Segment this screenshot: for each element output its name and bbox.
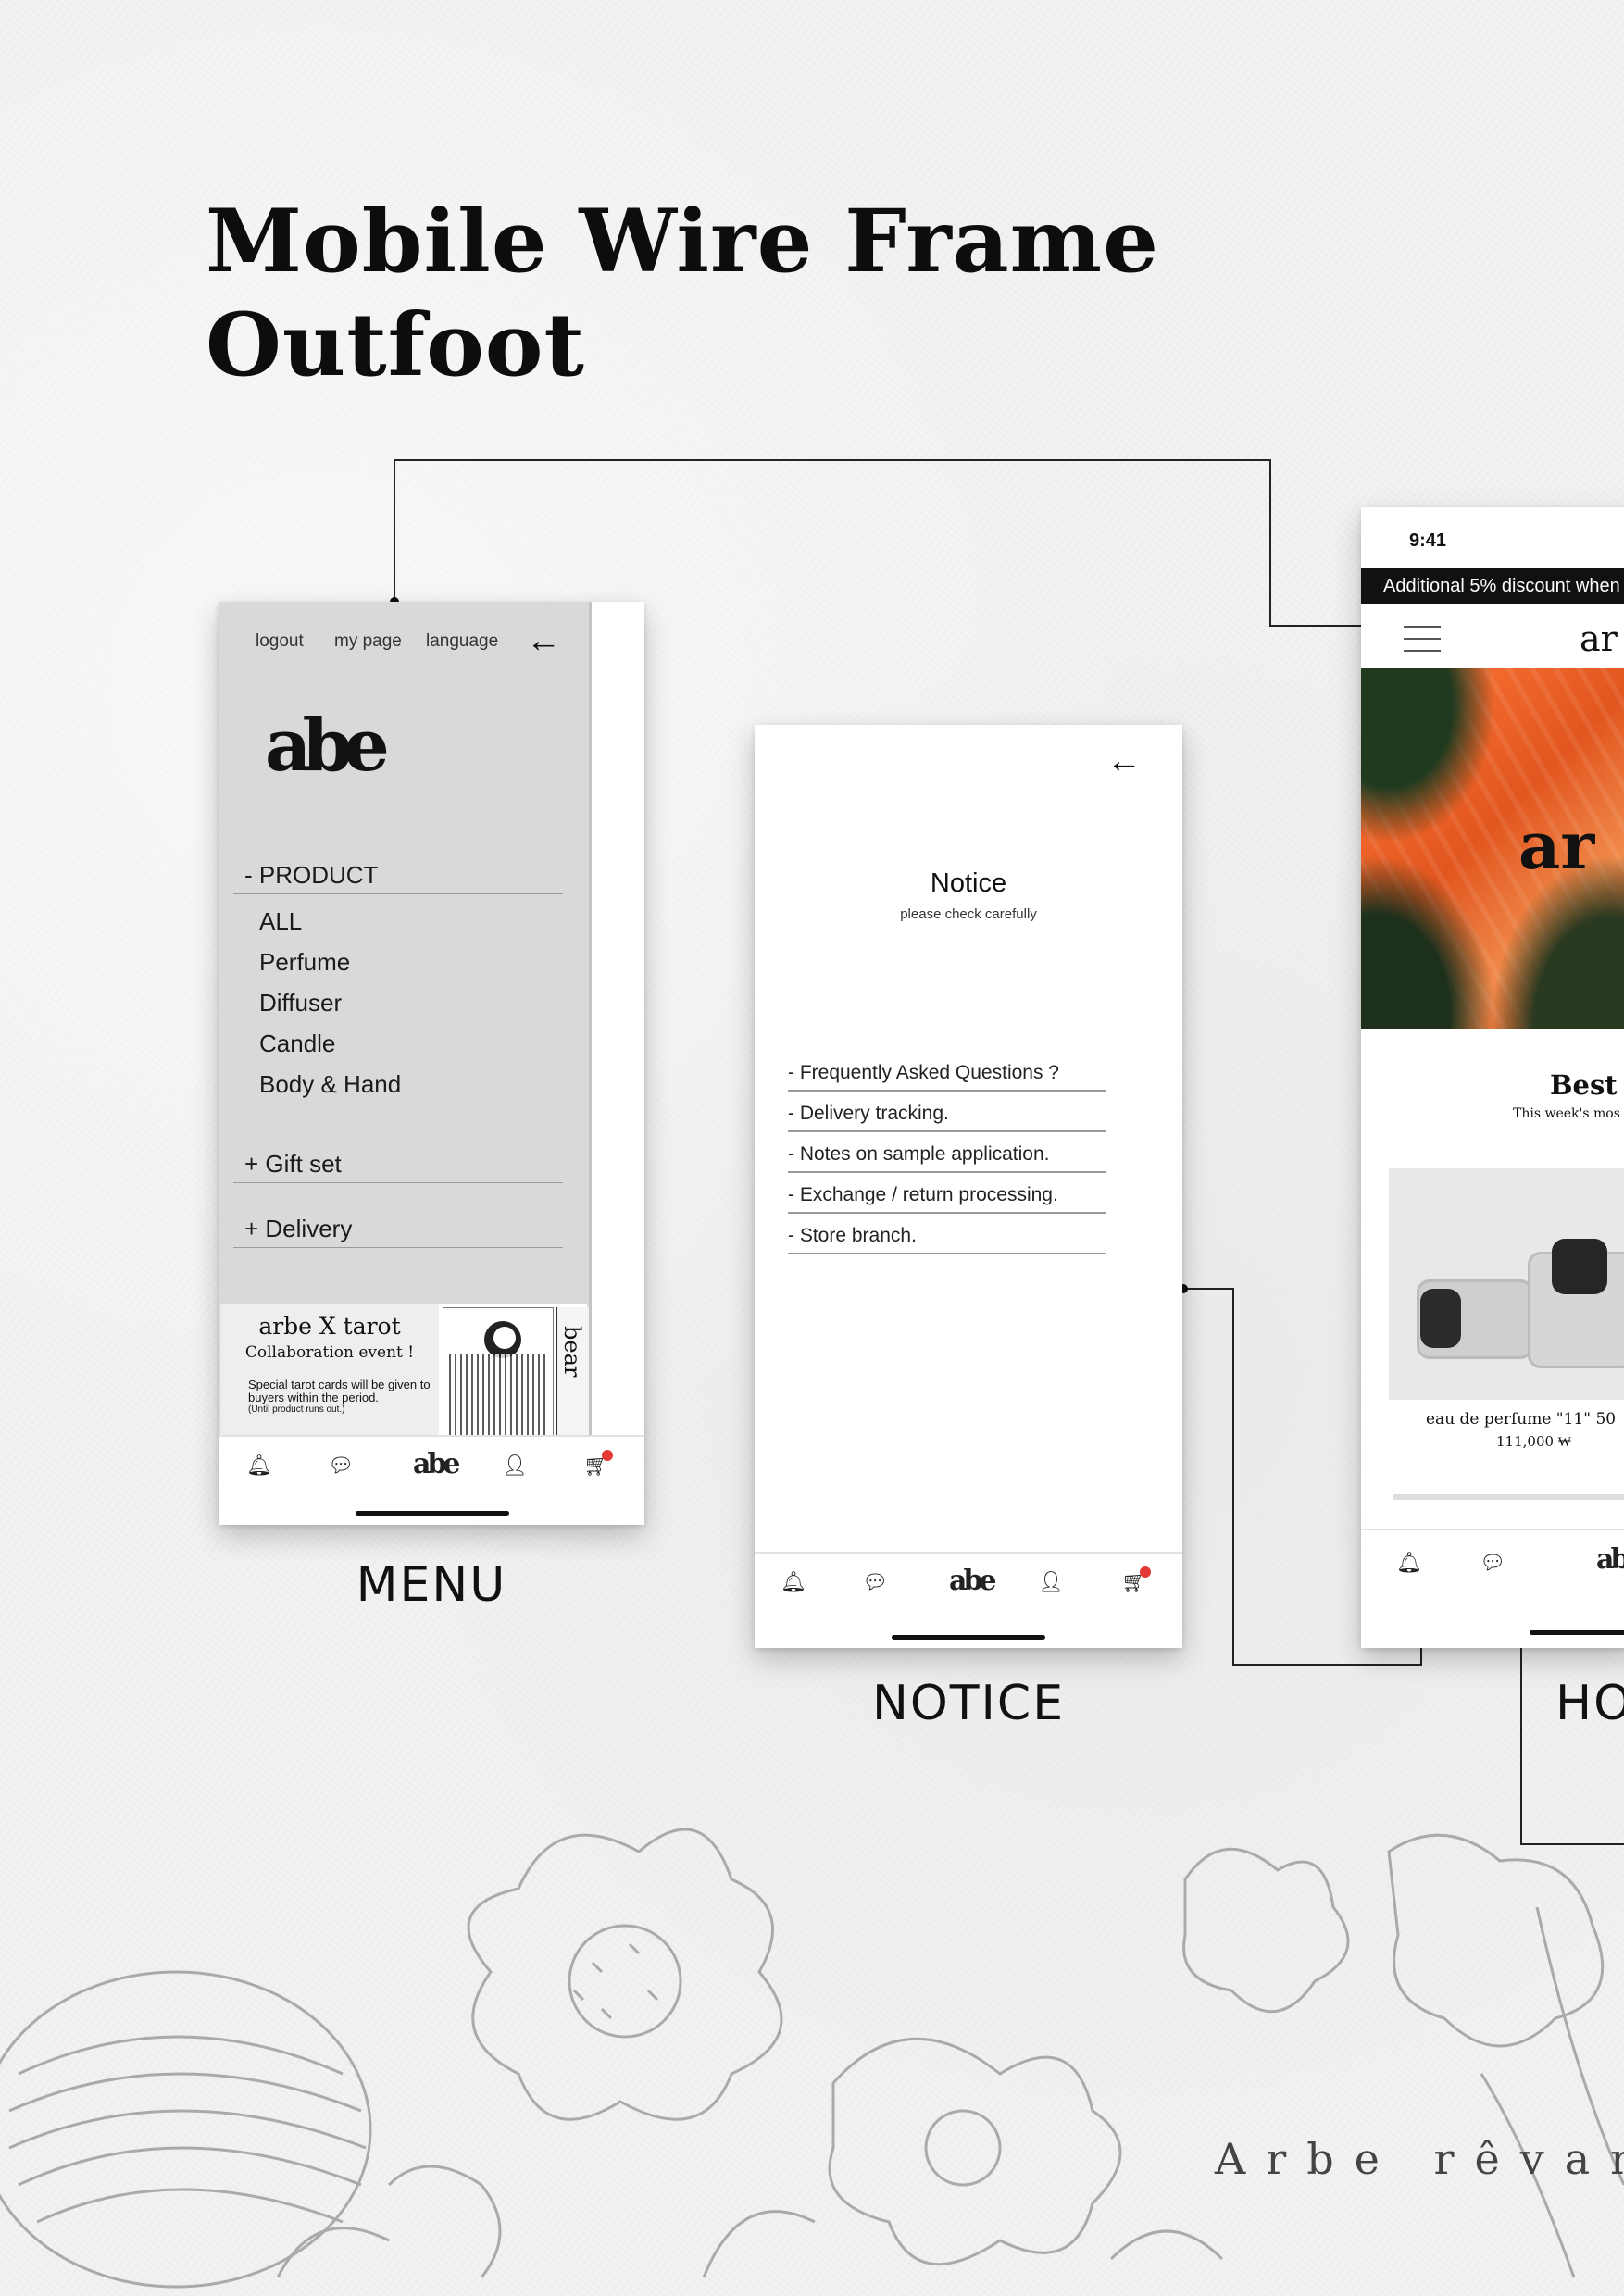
menu-item-perfume[interactable]: Perfume [259, 948, 350, 977]
brand-logo[interactable]: ar [1580, 618, 1618, 659]
promo-body: Special tarot cards will be given to buy… [248, 1378, 431, 1404]
cart-icon[interactable]: 🛒︎ [1116, 1566, 1153, 1594]
product-image[interactable] [1389, 1168, 1624, 1400]
discount-ticker[interactable]: Additional 5% discount when [1361, 568, 1624, 604]
chat-icon[interactable]: 💬︎ [1474, 1551, 1511, 1575]
menu-section-delivery[interactable]: + Delivery [233, 1215, 563, 1248]
notice-item-store-branch[interactable]: - Store branch. [788, 1225, 1106, 1254]
promo-side-text: bear [559, 1326, 585, 1378]
logo-icon[interactable]: abe [413, 1448, 461, 1480]
bell-icon[interactable]: 🔔︎ [1391, 1551, 1428, 1575]
tarot-card-image [443, 1307, 554, 1437]
signature-text: Arbe rêvan [1215, 2134, 1624, 2184]
caption-home: HO [1555, 1676, 1624, 1731]
hero-banner[interactable]: ar [1361, 668, 1624, 1029]
language-link[interactable]: language [426, 631, 498, 652]
cart-badge [602, 1450, 613, 1461]
promo-subtitle: Collaboration event ! [244, 1343, 415, 1362]
product-name[interactable]: eau de perfume "11" 50 [1426, 1410, 1616, 1429]
menu-section-gift-set[interactable]: + Gift set [233, 1150, 563, 1183]
promo-note: (Until product runs out.) [248, 1404, 345, 1415]
menu-item-diffuser[interactable]: Diffuser [259, 989, 342, 1017]
my-page-link[interactable]: my page [334, 631, 402, 652]
cart-badge [1140, 1566, 1151, 1578]
logo-icon[interactable]: abe [1596, 1543, 1624, 1576]
notice-item-exchange-return[interactable]: - Exchange / return processing. [788, 1184, 1106, 1214]
home-indicator [356, 1511, 509, 1516]
menu-item-body-hand[interactable]: Body & Hand [259, 1070, 401, 1099]
carousel-scrollbar[interactable] [1393, 1494, 1624, 1500]
chat-icon[interactable]: 💬︎ [856, 1570, 893, 1594]
best-seller-subtitle: This week's mos [1513, 1106, 1620, 1121]
hero-logo: ar [1518, 807, 1595, 884]
status-time: 9:41 [1409, 530, 1447, 551]
promo-text-block: arbe X tarot Collaboration event ! Speci… [220, 1304, 439, 1435]
moon-icon [484, 1321, 521, 1358]
hamburger-menu-icon[interactable] [1404, 626, 1441, 662]
logo-icon[interactable]: abe [949, 1565, 997, 1597]
arrow-left-icon[interactable]: ← [526, 623, 561, 658]
promo-banner[interactable]: arbe X tarot Collaboration event ! Speci… [220, 1304, 589, 1437]
cart-icon[interactable]: 🛒︎ [578, 1450, 615, 1478]
menu-item-all[interactable]: ALL [259, 907, 302, 936]
bell-icon[interactable]: 🔔︎ [775, 1570, 812, 1594]
brand-logo: abe [265, 704, 390, 788]
tab-bar: 🔔︎ 💬︎ abe 👤︎ 🛒︎ [219, 1435, 644, 1525]
chat-icon[interactable]: 💬︎ [322, 1454, 359, 1478]
product-price: 111,000 ₩ [1496, 1433, 1571, 1450]
menu-screen: logout my page language ← abe - PRODUCT … [219, 602, 644, 1525]
user-icon[interactable]: 👤︎ [496, 1454, 533, 1478]
best-seller-title: Best s [1550, 1069, 1624, 1101]
notice-subtitle: please check carefully [900, 906, 1037, 922]
bell-icon[interactable]: 🔔︎ [241, 1454, 278, 1478]
notice-item-delivery-tracking[interactable]: - Delivery tracking. [788, 1103, 1106, 1132]
home-indicator [892, 1635, 1045, 1640]
menu-item-candle[interactable]: Candle [259, 1029, 335, 1058]
tab-bar: 🔔︎ 💬︎ abe 👤︎ 🛒︎ [755, 1552, 1182, 1648]
promo-side-card: bear [556, 1307, 589, 1435]
caption-menu: MENU [356, 1557, 507, 1613]
user-icon[interactable]: 👤︎ [1032, 1570, 1069, 1594]
caption-notice: NOTICE [871, 1676, 1066, 1731]
notice-item-sample-notes[interactable]: - Notes on sample application. [788, 1143, 1106, 1173]
arrow-left-icon[interactable]: ← [1106, 743, 1142, 779]
promo-title: arbe X tarot [258, 1313, 401, 1340]
notice-item-faq[interactable]: - Frequently Asked Questions ? [788, 1062, 1106, 1092]
home-indicator [1530, 1630, 1624, 1635]
tab-bar: 🔔︎ 💬︎ abe [1361, 1529, 1624, 1648]
notice-screen: ← Notice please check carefully - Freque… [755, 725, 1182, 1648]
logout-link[interactable]: logout [256, 631, 304, 652]
menu-section-product[interactable]: - PRODUCT [233, 861, 563, 894]
home-screen: 9:41 Additional 5% discount when ar ar B… [1361, 507, 1624, 1648]
notice-title: Notice [930, 868, 1007, 898]
menu-drawer: logout my page language ← abe - PRODUCT … [219, 602, 592, 1437]
